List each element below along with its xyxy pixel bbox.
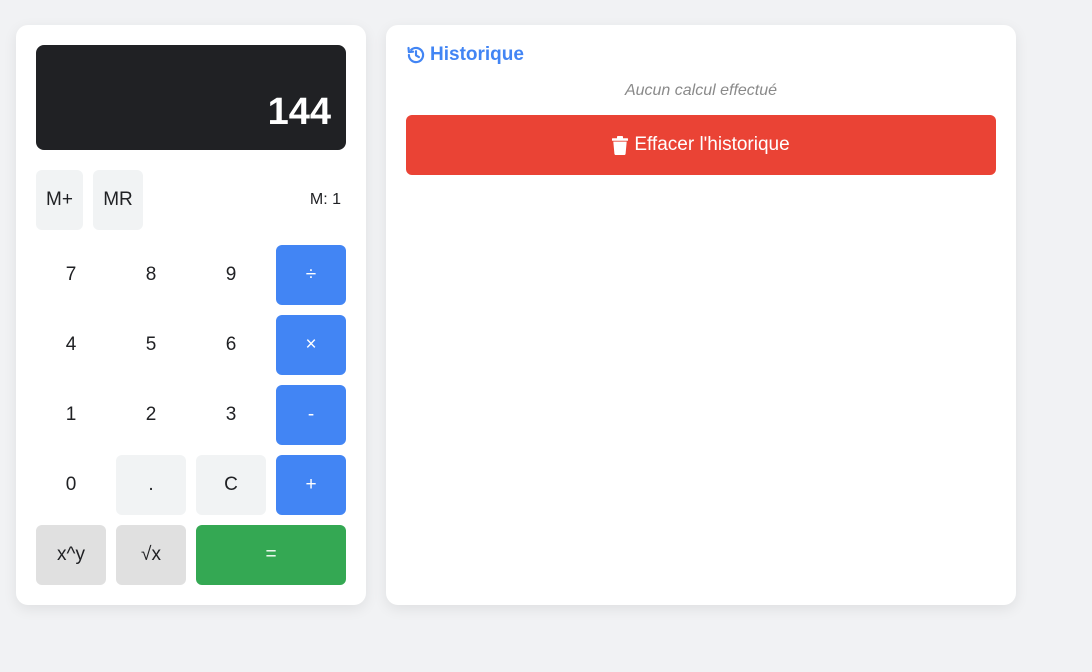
key-6[interactable]: 6 [196, 315, 266, 375]
key-0[interactable]: 0 [36, 455, 106, 515]
add-button[interactable]: + [276, 455, 346, 515]
key-9[interactable]: 9 [196, 245, 266, 305]
memory-recall-button[interactable]: MR [93, 170, 143, 230]
history-empty-message: Aucun calcul effectué [624, 82, 778, 99]
history-icon [407, 46, 425, 64]
multiply-button[interactable]: × [276, 315, 346, 375]
power-button[interactable]: x^y [36, 525, 106, 585]
key-7[interactable]: 7 [36, 245, 106, 305]
calculator-display: 144 [36, 45, 346, 150]
clear-button[interactable]: C [196, 455, 266, 515]
divide-button[interactable]: ÷ [276, 245, 346, 305]
history-panel: Historique Aucun calcul effectué Effacer… [386, 25, 1016, 605]
display-value: 144 [267, 91, 331, 133]
history-heading: Historique [406, 44, 524, 66]
trash-icon [612, 135, 629, 155]
memory-add-button[interactable]: M+ [36, 170, 83, 230]
calculator-panel: 144 M+ MR M: 1 7 8 9 ÷ 4 5 6 × 1 2 3 - 0… [16, 25, 366, 605]
history-title: Historique [430, 44, 524, 65]
clear-history-label: Effacer l'historique [634, 134, 790, 155]
memory-indicator: M: 1 [309, 191, 341, 208]
key-2[interactable]: 2 [116, 385, 186, 445]
key-5[interactable]: 5 [116, 315, 186, 375]
sqrt-button[interactable]: √x [116, 525, 186, 585]
key-1[interactable]: 1 [36, 385, 106, 445]
clear-history-button[interactable]: Effacer l'historique [406, 115, 996, 175]
subtract-button[interactable]: - [276, 385, 346, 445]
key-4[interactable]: 4 [36, 315, 106, 375]
equals-button[interactable]: = [196, 525, 346, 585]
key-8[interactable]: 8 [116, 245, 186, 305]
key-3[interactable]: 3 [196, 385, 266, 445]
decimal-button[interactable]: . [116, 455, 186, 515]
